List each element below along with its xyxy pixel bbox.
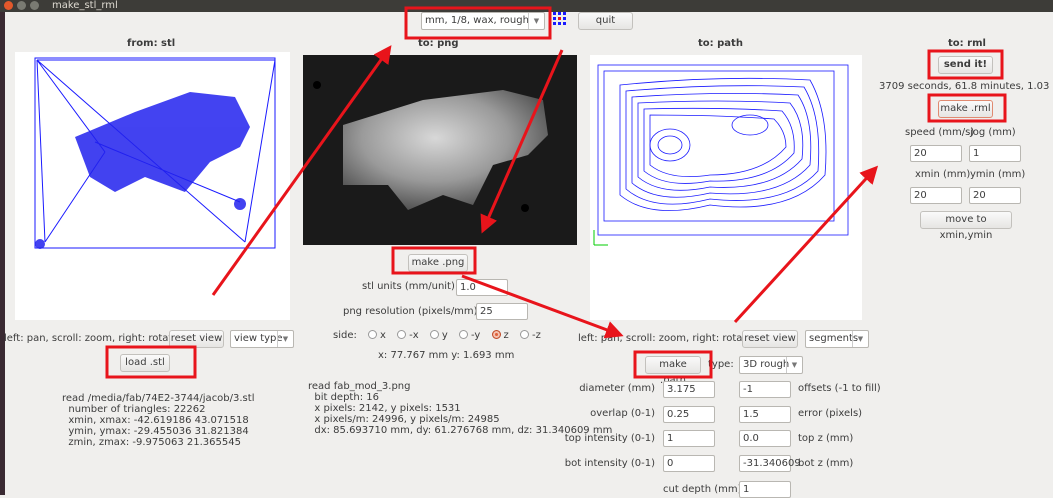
stl-info-line: number of triangles: 22262	[62, 404, 206, 415]
speed-label: speed (mm/s)	[905, 127, 975, 138]
stl-info-line: xmin, xmax: -42.619186 43.071518	[62, 415, 249, 426]
view-type-value: view type	[234, 333, 283, 344]
bot-z-input[interactable]: -31.340609	[739, 455, 801, 472]
stl-units-input[interactable]: 1.0	[456, 279, 508, 296]
window-title: make_stl_rml	[52, 0, 118, 11]
cut-depth-input[interactable]: 1	[739, 481, 791, 498]
side-option-label: -z	[531, 330, 541, 341]
rml-heading: to: rml	[948, 38, 986, 49]
offsets-input[interactable]: -1	[739, 381, 791, 398]
side-radio-x[interactable]	[368, 330, 378, 339]
side-option-label: -y	[470, 330, 481, 341]
chevron-down-icon: ▼	[528, 13, 544, 29]
stl-heading: from: stl	[127, 38, 176, 49]
title-bar: make_stl_rml	[0, 0, 1053, 12]
xmin-label: xmin (mm)	[915, 169, 971, 180]
chevron-down-icon: ▼	[852, 331, 868, 347]
make-png-button[interactable]: make .png	[408, 254, 468, 272]
estimated-time: 3709 seconds, 61.8 minutes, 1.03 hours	[879, 81, 1053, 92]
close-window-icon[interactable]	[4, 1, 13, 10]
path-view-select[interactable]: segments ▼	[805, 330, 869, 348]
fab-logo-icon	[553, 12, 566, 25]
bot-z-label: bot z (mm)	[798, 458, 854, 469]
stl-units-label: stl units (mm/unit):	[362, 281, 459, 292]
side-option-label: -x	[409, 330, 419, 341]
move-to-xmin-ymin-button[interactable]: move to xmin,ymin	[920, 211, 1012, 241]
path-view-value: segments	[809, 333, 859, 344]
send-it-button[interactable]: send it!	[938, 56, 993, 74]
toolpath-plot	[593, 64, 849, 246]
stl-view[interactable]	[15, 52, 290, 320]
machine-select[interactable]: mm, 1/8, wax, rough ▼	[421, 12, 545, 30]
side-option-label: z	[503, 330, 509, 341]
side-radio-y[interactable]	[429, 330, 439, 339]
offsets-label: offsets (-1 to fill)	[798, 383, 881, 394]
png-info-line: x pixels: 2142, y pixels: 1531	[308, 403, 461, 414]
png-resolution-input[interactable]: 25	[476, 303, 528, 320]
desktop-edge	[0, 12, 5, 495]
side-radio-group: side: x -x y -y z -z	[333, 330, 541, 341]
speed-input[interactable]: 20	[910, 145, 962, 162]
chevron-down-icon: ▼	[277, 331, 293, 347]
error-input[interactable]: 1.5	[739, 406, 791, 423]
maximize-window-icon[interactable]	[30, 1, 39, 10]
top-z-input[interactable]: 0.0	[739, 430, 791, 447]
cut-depth-label: cut depth (mm)	[663, 484, 742, 495]
bot-intensity-input[interactable]: 0	[663, 455, 715, 472]
side-radio-minus-x[interactable]	[397, 330, 407, 339]
machine-select-value: mm, 1/8, wax, rough	[425, 15, 529, 26]
png-info-line: read fab_mod_3.png	[308, 381, 411, 392]
stl-reset-view-button[interactable]: reset view	[169, 330, 224, 348]
stl-info-line: ymin, ymax: -29.455036 31.821384	[62, 426, 249, 437]
top-intensity-input[interactable]: 1	[663, 430, 715, 447]
diameter-label: diameter (mm)	[579, 383, 655, 394]
side-option-label: x	[380, 330, 386, 341]
ymin-label: ymin (mm)	[970, 169, 1026, 180]
side-label: side:	[333, 330, 357, 341]
bot-intensity-label: bot intensity (0-1)	[564, 458, 655, 469]
quit-button[interactable]: quit	[578, 12, 633, 30]
cursor-coords: x: 77.767 mm y: 1.693 mm	[378, 350, 515, 361]
ymin-input[interactable]: 20	[969, 187, 1021, 204]
side-radio-minus-z[interactable]	[519, 330, 529, 339]
path-reset-view-button[interactable]: reset view	[742, 330, 798, 348]
png-info-line: x pixels/m: 24996, y pixels/m: 24985	[308, 414, 500, 425]
jog-label: jog (mm)	[970, 127, 1016, 138]
png-heading: to: png	[418, 38, 459, 49]
path-type-select[interactable]: 3D rough ▼	[739, 356, 803, 374]
overlap-label: overlap (0-1)	[590, 408, 655, 419]
stl-mesh	[34, 57, 276, 249]
minimize-window-icon[interactable]	[17, 1, 26, 10]
path-view[interactable]	[590, 55, 862, 320]
load-stl-button[interactable]: load .stl	[120, 354, 170, 372]
stl-info-line: read /media/fab/74E2-3744/jacob/3.stl	[62, 393, 255, 404]
jog-input[interactable]: 1	[969, 145, 1021, 162]
overlap-input[interactable]: 0.25	[663, 406, 715, 423]
path-heading: to: path	[698, 38, 743, 49]
png-info-line: bit depth: 16	[308, 392, 379, 403]
top-intensity-label: top intensity (0-1)	[564, 433, 655, 444]
stl-info: read /media/fab/74E2-3744/jacob/3.stl nu…	[62, 382, 254, 459]
diameter-input[interactable]: 3.175	[663, 381, 715, 398]
png-resolution-label: png resolution (pixels/mm):	[343, 306, 481, 317]
png-view	[303, 55, 577, 245]
stl-info-line: zmin, zmax: -9.975063 21.365545	[62, 437, 241, 448]
make-rml-button[interactable]: make .rml	[938, 100, 993, 118]
error-label: error (pixels)	[798, 408, 863, 419]
stl-hint: left: pan, scroll: zoom, right: rotate	[4, 333, 179, 344]
view-type-select[interactable]: view type ▼	[230, 330, 294, 348]
path-type-label: type:	[708, 359, 734, 370]
chevron-down-icon: ▼	[786, 357, 802, 373]
xmin-input[interactable]: 20	[910, 187, 962, 204]
side-option-label: y	[441, 330, 448, 341]
make-path-button[interactable]: make .path	[645, 356, 701, 386]
heightmap-image	[303, 55, 577, 245]
path-type-value: 3D rough	[743, 359, 790, 370]
path-hint: left: pan, scroll: zoom, right: rotate	[578, 333, 753, 344]
side-radio-z[interactable]	[491, 330, 501, 339]
side-radio-minus-y[interactable]	[458, 330, 468, 339]
top-z-label: top z (mm)	[798, 433, 854, 444]
